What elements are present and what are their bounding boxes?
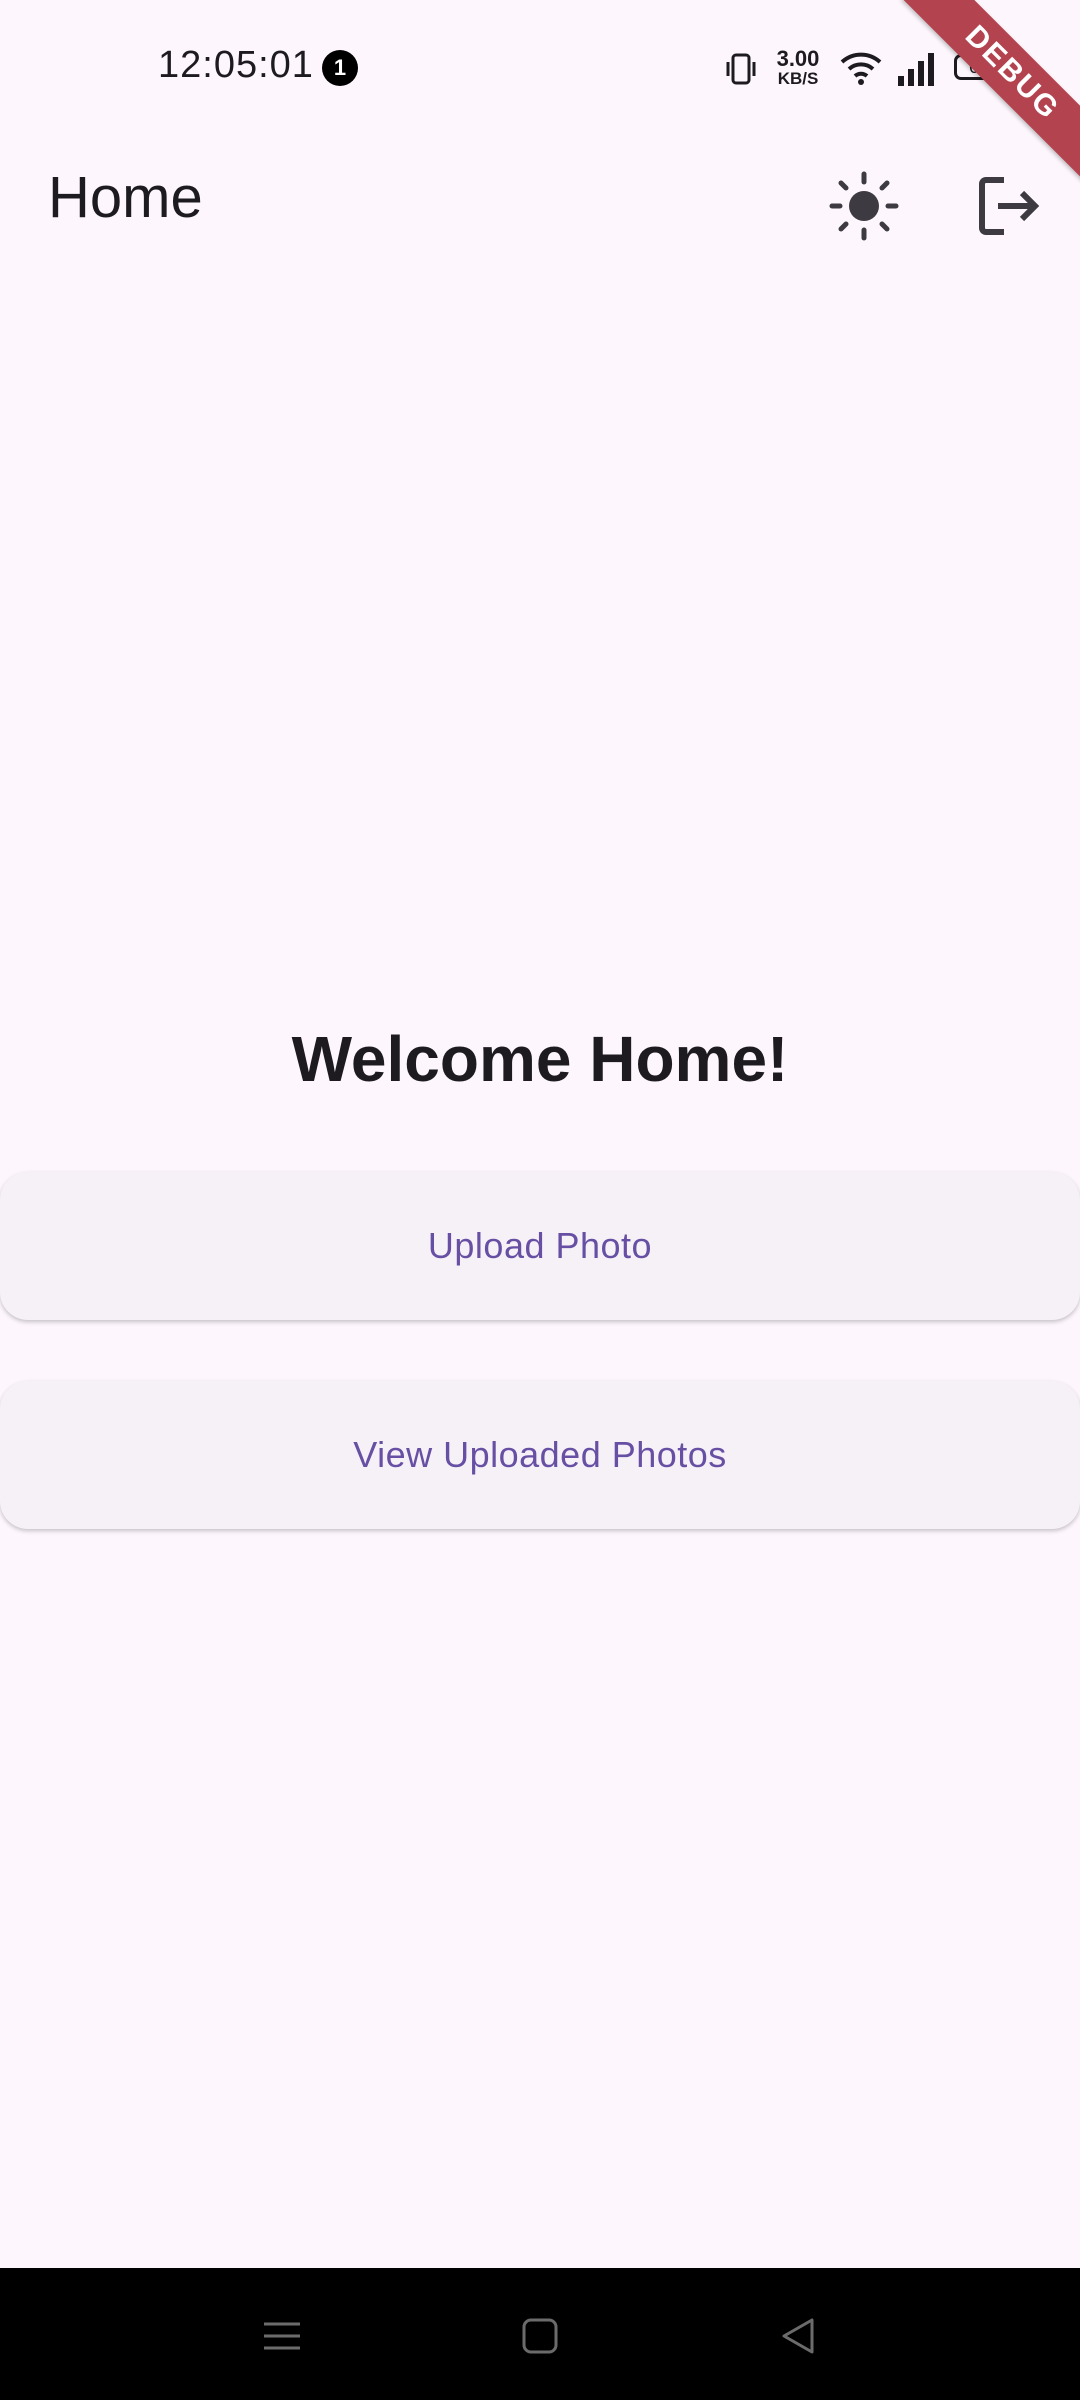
menu-icon bbox=[264, 2322, 300, 2350]
welcome-heading: Welcome Home! bbox=[291, 1023, 789, 1095]
home-icon bbox=[522, 2318, 558, 2354]
network-speed-value: 3.00 bbox=[776, 46, 820, 71]
page-title: Home bbox=[48, 165, 203, 230]
back-nav-button[interactable] bbox=[768, 2306, 828, 2366]
upload-photo-label: Upload Photo bbox=[427, 1225, 653, 1266]
sun-icon bbox=[829, 171, 899, 241]
status-bar: 12:05:01 1 3.00 KB/S 61 bbox=[0, 0, 1080, 140]
vibrate-icon bbox=[726, 53, 756, 85]
theme-toggle-button[interactable] bbox=[816, 158, 912, 254]
logout-icon bbox=[979, 177, 1040, 235]
app-bar: Home bbox=[0, 140, 1080, 256]
logout-button[interactable] bbox=[960, 158, 1056, 254]
upload-photo-button[interactable]: Upload Photo bbox=[0, 1172, 1080, 1320]
network-speed-unit: KB/S bbox=[777, 69, 819, 88]
view-uploaded-photos-button[interactable]: View Uploaded Photos bbox=[0, 1381, 1080, 1529]
back-icon bbox=[782, 2318, 814, 2354]
system-navigation-bar bbox=[0, 2268, 1080, 2400]
home-nav-button[interactable] bbox=[510, 2306, 570, 2366]
wifi-icon bbox=[840, 52, 882, 85]
view-uploaded-photos-label: View Uploaded Photos bbox=[353, 1434, 727, 1475]
recent-apps-button[interactable] bbox=[252, 2306, 312, 2366]
cellular-signal-icon bbox=[898, 53, 934, 86]
network-speed: 3.00 KB/S bbox=[772, 46, 824, 88]
status-time: 12:05:01 bbox=[158, 44, 314, 86]
notification-badge: 1 bbox=[322, 50, 358, 86]
